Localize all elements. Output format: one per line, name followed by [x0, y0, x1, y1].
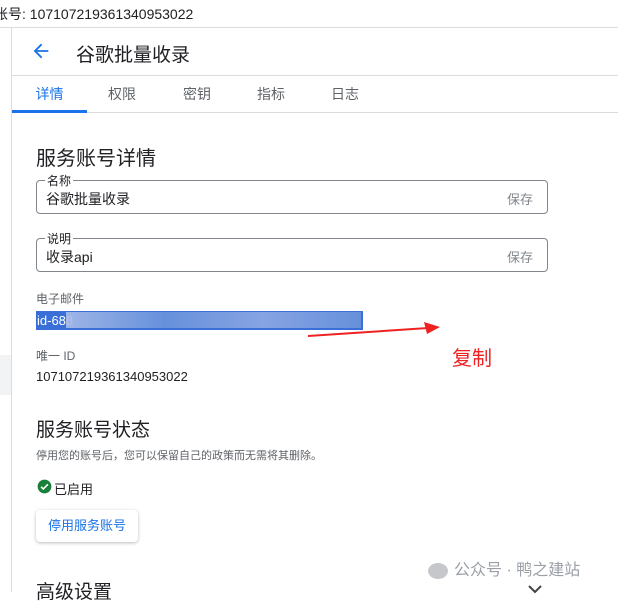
back-arrow-icon[interactable] [30, 40, 52, 62]
description-field[interactable]: 说明 收录api 保存 [36, 230, 548, 272]
unique-id-label: 唯一 ID [36, 349, 76, 363]
tab-bar: 详情 权限 密钥 指标 日志 [12, 76, 618, 113]
watermark: 公众号 · 鸭之建站 [428, 556, 580, 580]
watermark-text: 公众号 · 鸭之建站 [454, 562, 581, 579]
check-circle-icon [37, 479, 52, 494]
name-label: 名称 [45, 172, 74, 189]
annotation-arrow-icon [307, 322, 440, 337]
sidebar-selected-item[interactable] [0, 355, 11, 395]
disable-service-account-button[interactable]: 停用服务账号 [36, 510, 138, 542]
status-enabled: 已启用 [54, 482, 94, 497]
unique-id-value: 107107219361340953022 [36, 369, 188, 384]
email-label: 电子邮件 [36, 292, 85, 306]
description-save-button[interactable]: 保存 [507, 247, 533, 266]
tab-metrics[interactable]: 指标 [246, 76, 296, 113]
chevron-down-icon[interactable] [527, 584, 543, 594]
tab-details[interactable]: 详情 [12, 76, 87, 113]
copy-annotation: 复制 [452, 348, 492, 370]
status-description: 停用您的账号后，您可以保留自己的政策而无需将其删除。 [36, 450, 322, 462]
section-title-details: 服务账号详情 [36, 148, 156, 170]
section-title-advanced: 高级设置 [36, 582, 113, 603]
tab-logs[interactable]: 日志 [320, 76, 370, 113]
account-id-bar: 账号: 107107219361340953022 [0, 0, 618, 28]
tab-permissions[interactable]: 权限 [97, 76, 147, 113]
description-value: 收录api [46, 249, 93, 265]
section-title-status: 服务账号状态 [36, 420, 151, 441]
tab-keys[interactable]: 密钥 [172, 76, 222, 113]
name-value: 谷歌批量收录 [46, 191, 130, 207]
name-field[interactable]: 名称 谷歌批量收录 保存 [36, 172, 548, 214]
wechat-icon [428, 562, 448, 579]
page-header: 谷歌批量收录 [12, 28, 618, 76]
name-save-button[interactable]: 保存 [507, 189, 533, 208]
page-title: 谷歌批量收录 [76, 45, 191, 66]
description-label: 说明 [45, 230, 74, 247]
